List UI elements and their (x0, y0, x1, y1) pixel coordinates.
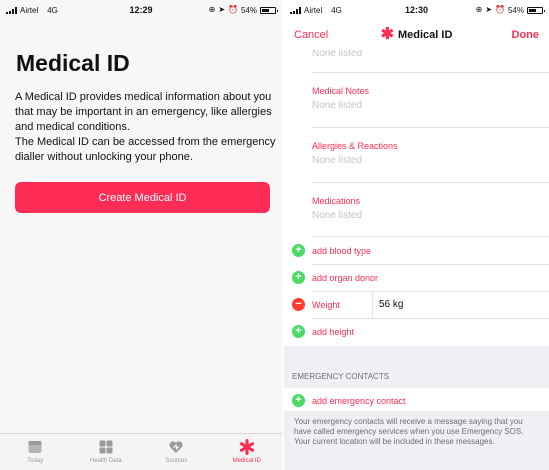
tab-label: Medical ID (232, 458, 261, 464)
emergency-contacts-note: Your emergency contacts will receive a m… (284, 411, 549, 470)
battery-icon (260, 6, 278, 14)
battery-icon (527, 6, 545, 14)
medications-label: Medications (312, 196, 361, 206)
right-screen: Airtel 4G 12:30 ⊕ ➤ ⏰ 54% Cancel ✱ Medic… (284, 0, 549, 470)
cancel-button[interactable]: Cancel (294, 29, 328, 41)
create-medical-id-button[interactable]: Create Medical ID (15, 182, 270, 213)
battery-percent: 54% (240, 5, 257, 15)
location-icon: ➤ (485, 5, 493, 14)
nav-title-text: Medical ID (398, 29, 453, 41)
tab-today[interactable]: Today (0, 434, 71, 470)
medical-notes-label: Medical Notes (312, 86, 370, 96)
navigation-bar: Cancel ✱ Medical ID Done (284, 20, 549, 50)
add-icon[interactable]: + (292, 244, 305, 257)
divider (372, 291, 373, 318)
page-title: Medical ID (16, 50, 130, 76)
heart-icon (169, 441, 183, 453)
description-paragraph: The Medical ID can be accessed from the … (15, 136, 276, 163)
medical-notes-value[interactable]: None listed (312, 100, 362, 111)
battery-percent: 54% (507, 5, 524, 15)
divider (312, 182, 549, 183)
divider (312, 127, 549, 128)
weight-label: Weight (312, 299, 340, 310)
orientation-lock-icon: ⊕ (475, 5, 483, 14)
emergency-contacts-header: EMERGENCY CONTACTS (292, 372, 390, 381)
allergies-value[interactable]: None listed (312, 155, 362, 166)
tab-medical-id[interactable]: Medical ID (212, 434, 283, 470)
medical-id-description: A Medical ID provides medical informatio… (15, 90, 277, 165)
add-icon[interactable]: + (292, 394, 305, 407)
carrier-label: Airtel (20, 5, 39, 15)
location-icon: ➤ (218, 5, 226, 14)
today-icon (28, 441, 42, 453)
description-paragraph: A Medical ID provides medical informatio… (15, 91, 272, 133)
tab-label: Health Data (89, 458, 122, 464)
remove-icon[interactable]: − (292, 298, 305, 311)
signal-icon (290, 6, 301, 14)
weight-value[interactable]: 56 kg (379, 299, 403, 310)
network-label: 4G (47, 5, 58, 15)
done-button[interactable]: Done (512, 29, 540, 41)
tab-label: Sources (165, 458, 188, 464)
add-blood-type-label[interactable]: add blood type (312, 246, 371, 256)
add-height-row[interactable]: + add height (284, 318, 549, 345)
network-label: 4G (331, 5, 342, 15)
add-organ-donor-label[interactable]: add organ donor (312, 273, 378, 283)
add-emergency-contact-label[interactable]: add emergency contact (312, 396, 406, 406)
tab-label: Today (27, 458, 44, 464)
signal-icon (6, 6, 17, 14)
carrier-label: Airtel (304, 5, 323, 15)
tab-sources[interactable]: Sources (141, 434, 212, 470)
medications-value[interactable]: None listed (312, 210, 362, 221)
add-blood-type-row[interactable]: + add blood type (284, 237, 549, 264)
alarm-icon: ⏰ (228, 5, 238, 14)
status-bar: Airtel 4G 12:30 ⊕ ➤ ⏰ 54% (284, 0, 549, 20)
add-icon[interactable]: + (292, 271, 305, 284)
allergies-label: Allergies & Reactions (312, 141, 398, 151)
status-bar: Airtel 4G 12:29 ⊕ ➤ ⏰ 54% (0, 0, 282, 20)
divider (312, 72, 549, 73)
add-emergency-contact-row[interactable]: + add emergency contact (284, 387, 549, 414)
add-organ-donor-row[interactable]: + add organ donor (284, 264, 549, 291)
orientation-lock-icon: ⊕ (208, 5, 216, 14)
add-height-label[interactable]: add height (312, 327, 354, 337)
weight-row[interactable]: − Weight 56 kg (284, 291, 549, 318)
left-screen: Airtel 4G 12:29 ⊕ ➤ ⏰ 54% Medical ID A M… (0, 0, 282, 470)
alarm-icon: ⏰ (495, 5, 505, 14)
tab-health-data[interactable]: Health Data (71, 434, 142, 470)
asterisk-icon: ✱ (380, 26, 394, 43)
tab-bar: Today Health Data Sources Medical ID (0, 433, 282, 470)
add-icon[interactable]: + (292, 325, 305, 338)
asterisk-icon (239, 439, 254, 455)
section-separator (284, 346, 549, 388)
grid-icon (99, 440, 113, 454)
